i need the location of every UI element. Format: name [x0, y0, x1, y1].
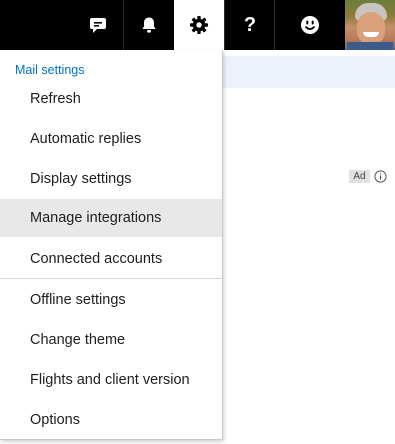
- smiley-icon: [301, 16, 319, 34]
- avatar[interactable]: [345, 0, 395, 50]
- menu-item-automatic-replies[interactable]: Automatic replies: [0, 120, 222, 158]
- help-icon: ?: [243, 13, 257, 36]
- chat-button[interactable]: [73, 0, 123, 50]
- menu-item-display-settings[interactable]: Display settings: [0, 160, 222, 198]
- menu-item-options[interactable]: Options: [0, 401, 222, 439]
- settings-button[interactable]: [174, 0, 224, 50]
- menu-item-connected-accounts[interactable]: Connected accounts: [0, 240, 222, 278]
- notification-strip: [223, 56, 395, 88]
- menu-item-change-theme[interactable]: Change theme: [0, 321, 222, 359]
- menu-item-manage-integrations[interactable]: Manage integrations: [0, 199, 222, 237]
- menu-header: Mail settings: [15, 63, 85, 77]
- chat-icon: [90, 18, 106, 33]
- notifications-button[interactable]: [123, 0, 174, 50]
- feedback-button[interactable]: [274, 0, 345, 50]
- top-bar: ?: [0, 0, 395, 50]
- menu-item-refresh[interactable]: Refresh: [0, 80, 222, 118]
- gear-icon: [190, 16, 208, 34]
- info-icon[interactable]: [374, 170, 387, 183]
- menu-item-offline-settings[interactable]: Offline settings: [0, 281, 222, 319]
- bell-icon: [142, 17, 156, 33]
- mail-settings-menu: Mail settings Refresh Automatic replies …: [0, 50, 223, 440]
- help-button[interactable]: ?: [224, 0, 275, 50]
- ad-badge: Ad: [349, 170, 370, 183]
- menu-divider: [0, 278, 222, 279]
- menu-item-flights-client-version[interactable]: Flights and client version: [0, 361, 222, 399]
